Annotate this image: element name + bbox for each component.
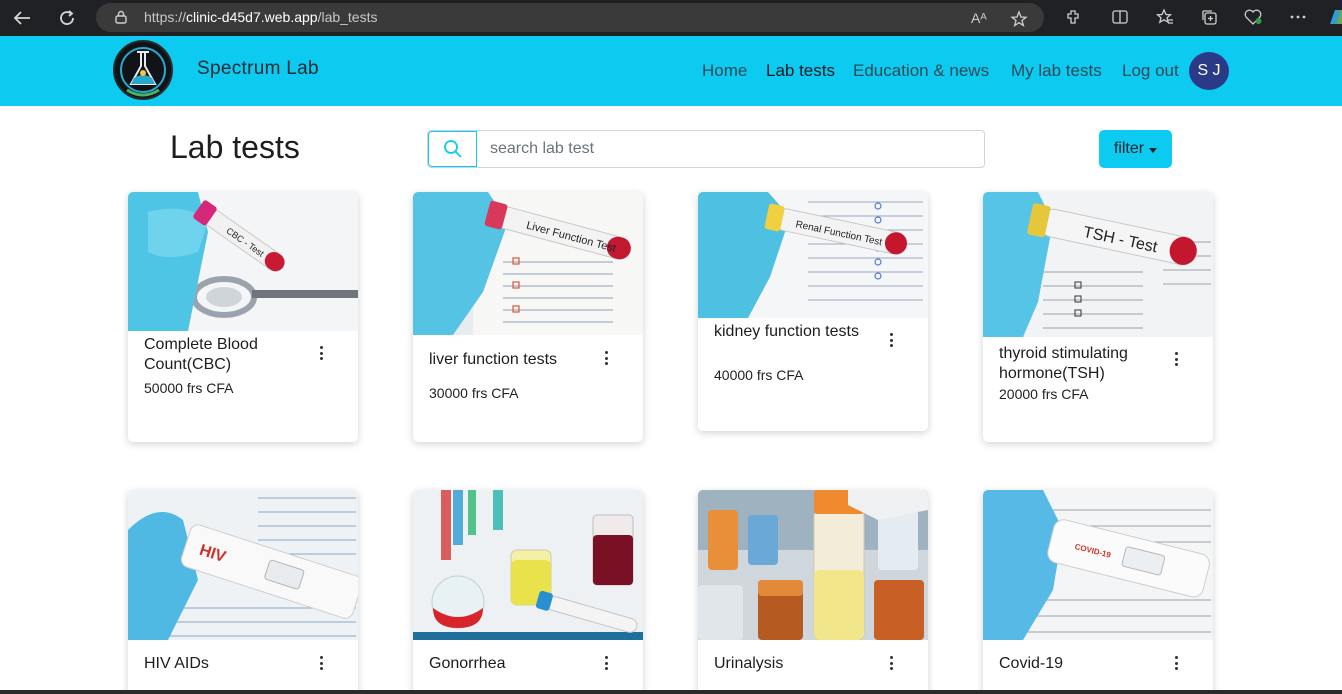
bottom-edge xyxy=(0,690,1342,694)
read-aloud-icon[interactable]: Aᴬ xyxy=(971,10,989,26)
card-more-icon[interactable] xyxy=(316,344,326,362)
lab-test-card-urinalysis[interactable]: Urinalysis xyxy=(698,490,928,690)
collections-icon[interactable] xyxy=(1199,8,1219,28)
browser-essentials-icon[interactable] xyxy=(1243,8,1263,28)
covid-test-image: COVID-19 xyxy=(983,490,1213,640)
gonorrhea-test-image xyxy=(413,490,643,640)
lab-test-card-kidney[interactable]: Renal Function Test kidney function test… xyxy=(698,192,928,431)
card-more-icon[interactable] xyxy=(601,349,611,367)
lab-test-card-liver[interactable]: Liver Function Test liver function tests… xyxy=(413,192,643,442)
caret-down-icon xyxy=(1149,147,1158,153)
browser-toolbar: https://clinic-d45d7.web.app/lab_tests A… xyxy=(0,0,1342,36)
card-title[interactable]: HIV AIDs xyxy=(144,654,304,674)
card-more-icon[interactable] xyxy=(886,331,896,349)
liver-test-image: Liver Function Test xyxy=(413,192,643,335)
lock-icon[interactable] xyxy=(114,10,128,24)
card-price: 40000 frs CFA xyxy=(714,367,804,383)
hiv-test-image: HIV xyxy=(128,490,358,640)
card-title[interactable]: thyroid stimulating hormone(TSH) xyxy=(999,344,1169,384)
page: Spectrum Lab Home Lab tests Education & … xyxy=(0,36,1342,690)
nav-link-my-lab-tests[interactable]: My lab tests xyxy=(1011,61,1102,81)
card-more-icon[interactable] xyxy=(1171,350,1181,368)
card-more-icon[interactable] xyxy=(601,654,611,672)
filter-button[interactable]: filter xyxy=(1099,130,1172,168)
card-more-icon[interactable] xyxy=(316,654,326,672)
address-bar[interactable]: https://clinic-d45d7.web.app/lab_tests A… xyxy=(96,3,1044,32)
nav-link-lab-tests[interactable]: Lab tests xyxy=(766,61,835,81)
card-title[interactable]: Urinalysis xyxy=(714,654,874,674)
more-menu-icon[interactable] xyxy=(1288,8,1308,28)
card-more-icon[interactable] xyxy=(1171,654,1181,672)
cbc-test-image: CBC - Test xyxy=(128,192,358,331)
brand-name[interactable]: Spectrum Lab xyxy=(197,58,319,80)
page-title: Lab tests xyxy=(170,129,300,165)
refresh-icon[interactable] xyxy=(56,7,78,29)
site-navbar: Spectrum Lab Home Lab tests Education & … xyxy=(0,36,1342,106)
lab-test-card-cbc[interactable]: CBC - Test Complete Blood Count(CBC) 500… xyxy=(128,192,358,442)
filter-label: filter xyxy=(1113,140,1145,157)
card-more-icon[interactable] xyxy=(886,654,896,672)
lab-test-card-hiv[interactable]: HIV HIV AIDs xyxy=(128,490,358,690)
back-icon[interactable] xyxy=(11,7,33,29)
clinic-logo[interactable] xyxy=(113,40,173,100)
favorites-icon[interactable] xyxy=(1155,8,1175,28)
card-title[interactable]: Covid-19 xyxy=(999,654,1159,674)
search-input[interactable] xyxy=(478,131,983,167)
card-price: 20000 frs CFA xyxy=(999,386,1089,402)
search-icon[interactable] xyxy=(428,131,477,167)
search-group xyxy=(427,130,985,168)
lab-test-card-covid[interactable]: COVID-19 Covid-19 xyxy=(983,490,1213,690)
card-title[interactable]: kidney function tests xyxy=(714,322,874,342)
copilot-icon[interactable] xyxy=(1326,8,1342,28)
card-title[interactable]: Complete Blood Count(CBC) xyxy=(144,335,304,375)
user-avatar[interactable]: S J xyxy=(1189,52,1229,90)
card-price: 50000 frs CFA xyxy=(144,380,234,396)
card-title[interactable]: Gonorrhea xyxy=(429,654,589,674)
nav-link-home[interactable]: Home xyxy=(702,61,747,81)
lab-test-card-tsh[interactable]: TSH - Test thyroid stimulating hormone(T… xyxy=(983,192,1213,442)
kidney-test-image: Renal Function Test xyxy=(698,192,928,318)
nav-link-log-out[interactable]: Log out xyxy=(1122,61,1179,81)
split-screen-icon[interactable] xyxy=(1110,8,1130,28)
extensions-icon[interactable] xyxy=(1063,8,1083,28)
urinalysis-test-image xyxy=(698,490,928,640)
url-text[interactable]: https://clinic-d45d7.web.app/lab_tests xyxy=(144,9,378,25)
tsh-test-image: TSH - Test xyxy=(983,192,1213,337)
nav-link-education-news[interactable]: Education & news xyxy=(853,61,989,81)
card-price: 30000 frs CFA xyxy=(429,385,519,401)
lab-test-card-gonorrhea[interactable]: Gonorrhea xyxy=(413,490,643,690)
card-title[interactable]: liver function tests xyxy=(429,350,599,370)
favorite-star-icon[interactable] xyxy=(1010,10,1028,27)
